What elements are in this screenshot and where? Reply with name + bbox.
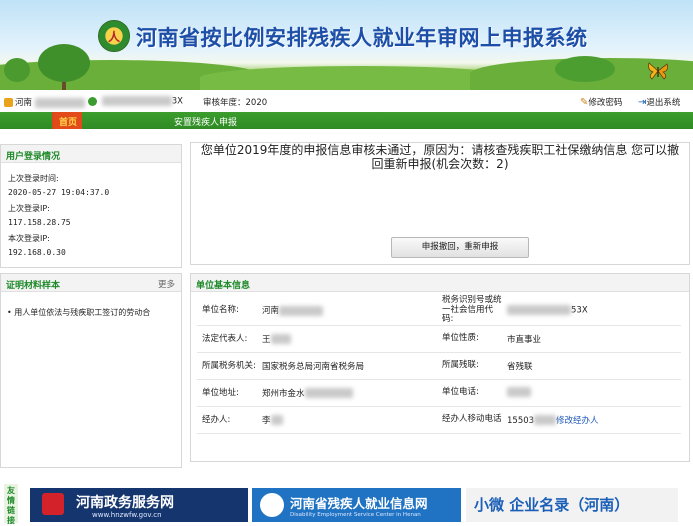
login-info-title: 用户登录情况: [6, 152, 61, 162]
logout-link[interactable]: ⇥退出系统: [638, 96, 680, 108]
user-icon: [4, 98, 13, 107]
redacted-text: [304, 388, 353, 398]
panel-header: 证明材料样本 更多: [1, 274, 181, 292]
nav-bar: 首页 安置残疾人申报: [0, 112, 693, 129]
tree-icon: [555, 56, 615, 82]
tax-id-value: 53X: [502, 296, 681, 326]
unit-address-value: 郑州市金水: [257, 379, 437, 407]
app-title: 河南省按比例安排残疾人就业年审网上申报系统: [136, 26, 588, 50]
redacted-text: [507, 305, 571, 315]
field-label: 所属残联:: [437, 352, 502, 380]
disabled-federation-logo-icon: 人: [98, 20, 130, 52]
panel-header: 用户登录情况: [1, 145, 181, 163]
field-label: 所属税务机关:: [197, 352, 257, 380]
tax-id-suffix: 53X: [571, 305, 588, 316]
table-row: 所属税务机关: 国家税务总局河南省税务局 所属残联: 省残联: [197, 352, 681, 380]
redacted-text: [101, 96, 172, 106]
table-row: 单位名称: 河南 税务识别号或统一社会信用代码: 53X: [197, 295, 681, 326]
legal-rep-value: 王: [257, 325, 437, 353]
change-password-link[interactable]: ✎修改密码: [580, 96, 622, 108]
gov-service-logo-icon: [42, 493, 64, 515]
tree-icon: [4, 58, 30, 82]
banner-title: 小微 企业名录（河南）: [474, 496, 630, 514]
header-banner: 人 河南省按比例安排残疾人就业年审网上申报系统: [0, 0, 693, 90]
sample-materials-title: 证明材料样本: [6, 281, 61, 291]
current-login-ip-label: 本次登录IP:: [8, 234, 50, 243]
logout-label: 退出系统: [646, 98, 681, 108]
info-icon: [88, 96, 97, 106]
user-info: 河南: [4, 96, 85, 108]
henan-gov-service-banner[interactable]: 河南政务服务网 www.hnzwfw.gov.cn: [30, 488, 248, 522]
banner-title: 河南省残疾人就业信息网: [290, 496, 428, 511]
agent-prefix: 李: [262, 415, 271, 426]
field-label: 经办人:: [197, 406, 257, 434]
more-link[interactable]: 更多: [158, 278, 175, 290]
nav-home[interactable]: 首页: [53, 112, 83, 129]
redacted-text: [34, 97, 85, 108]
butterfly-icon: [648, 62, 668, 80]
unit-info-title: 单位基本信息: [196, 281, 251, 291]
info-bar: 河南 3X 审核年度：2020 ✎修改密码 ⇥退出系统: [0, 90, 693, 112]
banner-title: 河南政务服务网: [76, 495, 174, 511]
field-label: 税务识别号或统一社会信用代码:: [437, 295, 502, 326]
small-enterprise-directory-banner[interactable]: 小微 企业名录（河南）: [466, 488, 678, 522]
agent-value: 李: [257, 406, 437, 434]
sample-item-labor-contract[interactable]: • 用人单位依法与残疾职工签订的劳动合: [7, 307, 150, 318]
redacted-text: [507, 387, 531, 398]
friendly-links-label: 友情链接: [4, 484, 18, 525]
field-label: 单位名称:: [197, 296, 257, 326]
current-login-ip: 192.168.0.30: [8, 248, 66, 257]
tax-authority-value: 国家税务总局河南省税务局: [257, 352, 437, 380]
disability-federation-value: 省残联: [502, 352, 681, 380]
banner-subtitle: Disability Employment Service Center in …: [290, 512, 421, 518]
redacted-text: [270, 415, 283, 425]
field-label: 单位地址:: [197, 379, 257, 407]
employment-logo-icon: [260, 493, 284, 517]
table-row: 经办人: 李 经办人移动电话 15503 修改经办人: [197, 406, 681, 434]
unit-name-value: 河南: [257, 296, 437, 326]
legal-rep-prefix: 王: [262, 334, 271, 345]
field-label: 经办人移动电话: [437, 406, 502, 434]
nav-disabled-placement[interactable]: 安置残疾人申报: [174, 115, 237, 128]
edit-agent-link[interactable]: 修改经办人: [556, 416, 599, 426]
disabled-employment-banner[interactable]: 河南省残疾人就业信息网 Disability Employment Servic…: [252, 488, 461, 522]
redacted-text: [270, 334, 291, 344]
unit-nature-value: 市直事业: [502, 325, 681, 353]
field-label: 单位电话:: [437, 379, 502, 407]
unit-code-suffix: 3X: [171, 96, 183, 107]
redacted-text: [279, 305, 324, 316]
last-login-time-label: 上次登录时间:: [8, 174, 59, 183]
friendly-links: 友情链接 河南政务服务网 www.hnzwfw.gov.cn 河南省残疾人就业信…: [0, 484, 693, 525]
user-name: 河南: [15, 98, 33, 108]
field-label: 单位性质:: [437, 325, 502, 353]
last-login-ip: 117.158.28.75: [8, 218, 71, 227]
review-failure-message: 您单位2019年度的申报信息审核未通过，原因为：请核查残疾职工社保缴纳信息 您可…: [200, 143, 680, 171]
tree-icon: [38, 44, 90, 82]
unit-code-info: 3X: [88, 96, 183, 107]
panel-header: 单位基本信息: [191, 274, 689, 292]
unit-info-table: 单位名称: 河南 税务识别号或统一社会信用代码: 53X 法定代表人: 王 单位…: [197, 295, 681, 434]
last-login-time: 2020-05-27 19:04:37.0: [8, 188, 110, 197]
table-row: 单位地址: 郑州市金水 单位电话:: [197, 379, 681, 407]
agent-mobile-value: 15503 修改经办人: [502, 406, 681, 434]
redacted-text: [534, 415, 557, 425]
change-password-label: 修改密码: [588, 98, 623, 108]
sample-materials-panel: 证明材料样本 更多 • 用人单位依法与残疾职工签订的劳动合: [0, 273, 182, 468]
field-label: 法定代表人:: [197, 325, 257, 353]
agent-mobile-prefix: 15503: [507, 415, 535, 426]
banner-subtitle: www.hnzwfw.gov.cn: [92, 511, 162, 519]
review-message-panel: 您单位2019年度的申报信息审核未通过，原因为：请核查残疾职工社保缴纳信息 您可…: [190, 142, 690, 265]
withdraw-resubmit-button[interactable]: 申报撤回，重新申报: [391, 237, 529, 258]
unit-info-panel: 单位基本信息 单位名称: 河南 税务识别号或统一社会信用代码: 53X 法定代表…: [190, 273, 690, 462]
login-info-panel: 用户登录情况 上次登录时间: 2020-05-27 19:04:37.0 上次登…: [0, 144, 182, 268]
table-row: 法定代表人: 王 单位性质: 市直事业: [197, 325, 681, 353]
unit-phone-value: [502, 379, 681, 407]
address-prefix: 郑州市金水: [262, 388, 305, 399]
unit-name-prefix: 河南: [262, 306, 280, 317]
last-login-ip-label: 上次登录IP:: [8, 204, 50, 213]
review-year: 审核年度：2020: [203, 98, 268, 108]
